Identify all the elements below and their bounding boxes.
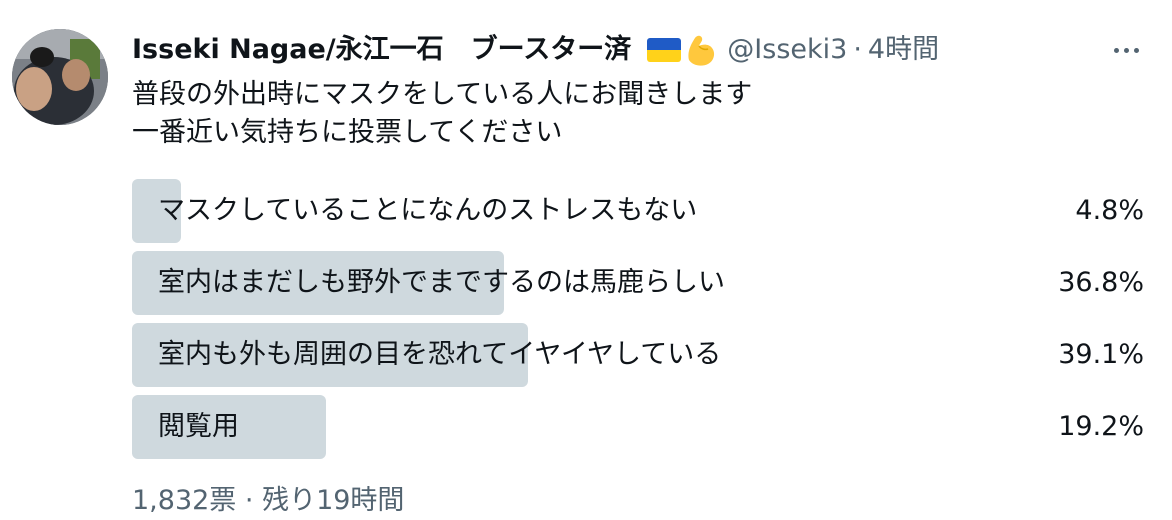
poll-time-remaining: 残り19時間 xyxy=(262,485,405,516)
ukraine-flag-icon xyxy=(647,38,682,62)
poll-option-label: マスクしていることになんのストレスもない xyxy=(158,195,698,226)
poll-option-label: 閲覧用 xyxy=(158,411,239,442)
more-horizontal-icon[interactable] xyxy=(1108,36,1144,64)
poll-vote-count: 1,832票 xyxy=(132,485,237,516)
author-handle[interactable]: @Isseki3 xyxy=(727,30,847,70)
separator-dot: · xyxy=(244,485,254,516)
tweet-text: 普段の外出時にマスクをしている人にお聞きします 一番近い気持ちに投票してください xyxy=(132,76,752,152)
poll: マスクしていることになんのストレスもない 4.8% 室内はまだしも野外でまでする… xyxy=(132,179,1144,467)
poll-option: マスクしていることになんのストレスもない 4.8% xyxy=(132,179,1144,243)
flexed-biceps-icon xyxy=(683,30,719,70)
poll-option-percent: 36.8% xyxy=(1058,267,1144,298)
tweet-text-line: 一番近い気持ちに投票してください xyxy=(132,117,563,148)
poll-option: 室内はまだしも野外でまでするのは馬鹿らしい 36.8% xyxy=(132,251,1144,315)
poll-footer: 1,832票 · 残り19時間 xyxy=(132,482,404,520)
poll-option-percent: 4.8% xyxy=(1075,195,1144,226)
timestamp[interactable]: 4時間 xyxy=(868,30,939,70)
tweet-text-line: 普段の外出時にマスクをしている人にお聞きします xyxy=(132,79,753,110)
avatar-photo xyxy=(12,29,108,125)
poll-option-label: 室内も外も周囲の目を恐れてイヤイヤしている xyxy=(158,339,722,370)
poll-option: 閲覧用 19.2% xyxy=(132,395,1144,459)
poll-option-label: 室内はまだしも野外でまでするのは馬鹿らしい xyxy=(158,267,725,298)
poll-option-percent: 19.2% xyxy=(1058,411,1144,442)
poll-option-percent: 39.1% xyxy=(1058,339,1144,370)
display-name[interactable]: Isseki Nagae/永江一石 ブースター済 xyxy=(132,30,631,70)
separator-dot: · xyxy=(853,34,862,65)
tweet-header: Isseki Nagae/永江一石 ブースター済 @Isseki3 · 4時間 xyxy=(132,30,939,70)
avatar[interactable] xyxy=(12,29,108,125)
poll-option: 室内も外も周囲の目を恐れてイヤイヤしている 39.1% xyxy=(132,323,1144,387)
